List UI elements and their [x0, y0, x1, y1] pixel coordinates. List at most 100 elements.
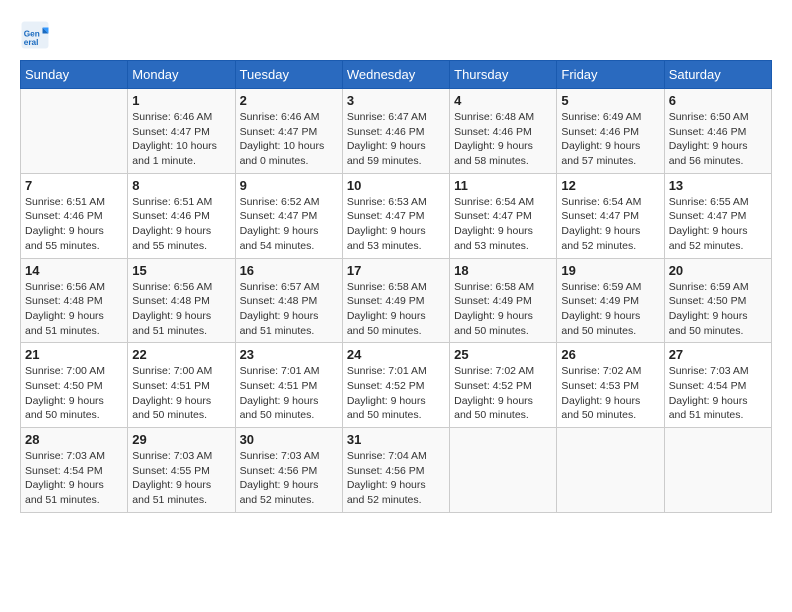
calendar-cell: 16 Sunrise: 6:57 AM Sunset: 4:48 PM Dayli…	[235, 258, 342, 343]
calendar-cell: 26 Sunrise: 7:02 AM Sunset: 4:53 PM Dayli…	[557, 343, 664, 428]
calendar-cell: 1 Sunrise: 6:46 AM Sunset: 4:47 PM Daylig…	[128, 89, 235, 174]
day-info: Sunrise: 7:02 AM Sunset: 4:52 PM Dayligh…	[454, 364, 552, 423]
calendar-cell: 9 Sunrise: 6:52 AM Sunset: 4:47 PM Daylig…	[235, 173, 342, 258]
calendar-cell: 22 Sunrise: 7:00 AM Sunset: 4:51 PM Dayli…	[128, 343, 235, 428]
calendar-cell: 21 Sunrise: 7:00 AM Sunset: 4:50 PM Dayli…	[21, 343, 128, 428]
day-number: 23	[240, 347, 338, 362]
weekday-header-saturday: Saturday	[664, 61, 771, 89]
calendar-table: SundayMondayTuesdayWednesdayThursdayFrid…	[20, 60, 772, 513]
calendar-cell: 10Sunrise: 6:53 AM Sunset: 4:47 PM Dayli…	[342, 173, 449, 258]
day-info: Sunrise: 7:03 AM Sunset: 4:54 PM Dayligh…	[25, 449, 123, 508]
day-info: Sunrise: 6:57 AM Sunset: 4:48 PM Dayligh…	[240, 280, 338, 339]
calendar-cell: 4 Sunrise: 6:48 AM Sunset: 4:46 PM Daylig…	[450, 89, 557, 174]
day-info: Sunrise: 6:51 AM Sunset: 4:46 PM Dayligh…	[132, 195, 230, 254]
calendar-cell: 27 Sunrise: 7:03 AM Sunset: 4:54 PM Dayli…	[664, 343, 771, 428]
calendar-cell: 24Sunrise: 7:01 AM Sunset: 4:52 PM Dayli…	[342, 343, 449, 428]
day-number: 3	[347, 93, 445, 108]
day-number: 13	[669, 178, 767, 193]
calendar-cell: 11 Sunrise: 6:54 AM Sunset: 4:47 PM Dayli…	[450, 173, 557, 258]
day-number: 26	[561, 347, 659, 362]
calendar-cell: 18 Sunrise: 6:58 AM Sunset: 4:49 PM Dayli…	[450, 258, 557, 343]
day-info: Sunrise: 6:46 AM Sunset: 4:47 PM Dayligh…	[240, 110, 338, 169]
day-number: 30	[240, 432, 338, 447]
day-number: 11	[454, 178, 552, 193]
calendar-cell: 2 Sunrise: 6:46 AM Sunset: 4:47 PM Daylig…	[235, 89, 342, 174]
logo: Gen eral	[20, 20, 54, 50]
day-info: Sunrise: 7:01 AM Sunset: 4:52 PM Dayligh…	[347, 364, 445, 423]
day-number: 9	[240, 178, 338, 193]
day-number: 28	[25, 432, 123, 447]
day-number: 1	[132, 93, 230, 108]
day-info: Sunrise: 6:50 AM Sunset: 4:46 PM Dayligh…	[669, 110, 767, 169]
day-number: 19	[561, 263, 659, 278]
day-info: Sunrise: 7:00 AM Sunset: 4:50 PM Dayligh…	[25, 364, 123, 423]
day-info: Sunrise: 6:59 AM Sunset: 4:50 PM Dayligh…	[669, 280, 767, 339]
calendar-cell: 14 Sunrise: 6:56 AM Sunset: 4:48 PM Dayli…	[21, 258, 128, 343]
day-number: 18	[454, 263, 552, 278]
day-number: 6	[669, 93, 767, 108]
calendar-cell: 31 Sunrise: 7:04 AM Sunset: 4:56 PM Dayli…	[342, 428, 449, 513]
day-info: Sunrise: 6:58 AM Sunset: 4:49 PM Dayligh…	[347, 280, 445, 339]
calendar-cell: 25 Sunrise: 7:02 AM Sunset: 4:52 PM Dayli…	[450, 343, 557, 428]
day-number: 2	[240, 93, 338, 108]
day-info: Sunrise: 6:46 AM Sunset: 4:47 PM Dayligh…	[132, 110, 230, 169]
week-row-1: 1 Sunrise: 6:46 AM Sunset: 4:47 PM Daylig…	[21, 89, 772, 174]
calendar-cell: 30 Sunrise: 7:03 AM Sunset: 4:56 PM Dayli…	[235, 428, 342, 513]
day-number: 14	[25, 263, 123, 278]
day-number: 25	[454, 347, 552, 362]
weekday-row: SundayMondayTuesdayWednesdayThursdayFrid…	[21, 61, 772, 89]
week-row-2: 7Sunrise: 6:51 AM Sunset: 4:46 PM Daylig…	[21, 173, 772, 258]
logo-icon: Gen eral	[20, 20, 50, 50]
calendar-cell: 13Sunrise: 6:55 AM Sunset: 4:47 PM Dayli…	[664, 173, 771, 258]
day-number: 16	[240, 263, 338, 278]
calendar-cell: 23 Sunrise: 7:01 AM Sunset: 4:51 PM Dayli…	[235, 343, 342, 428]
weekday-header-thursday: Thursday	[450, 61, 557, 89]
week-row-3: 14 Sunrise: 6:56 AM Sunset: 4:48 PM Dayli…	[21, 258, 772, 343]
day-info: Sunrise: 6:48 AM Sunset: 4:46 PM Dayligh…	[454, 110, 552, 169]
calendar-cell: 5 Sunrise: 6:49 AM Sunset: 4:46 PM Daylig…	[557, 89, 664, 174]
day-info: Sunrise: 6:54 AM Sunset: 4:47 PM Dayligh…	[561, 195, 659, 254]
day-number: 27	[669, 347, 767, 362]
day-info: Sunrise: 6:51 AM Sunset: 4:46 PM Dayligh…	[25, 195, 123, 254]
day-info: Sunrise: 6:52 AM Sunset: 4:47 PM Dayligh…	[240, 195, 338, 254]
calendar-cell: 19 Sunrise: 6:59 AM Sunset: 4:49 PM Dayli…	[557, 258, 664, 343]
day-number: 29	[132, 432, 230, 447]
weekday-header-monday: Monday	[128, 61, 235, 89]
page-header: Gen eral	[20, 20, 772, 50]
svg-text:eral: eral	[24, 38, 39, 47]
day-info: Sunrise: 6:56 AM Sunset: 4:48 PM Dayligh…	[132, 280, 230, 339]
calendar-cell	[664, 428, 771, 513]
calendar-body: 1 Sunrise: 6:46 AM Sunset: 4:47 PM Daylig…	[21, 89, 772, 513]
calendar-cell: 7Sunrise: 6:51 AM Sunset: 4:46 PM Daylig…	[21, 173, 128, 258]
calendar-cell: 3 Sunrise: 6:47 AM Sunset: 4:46 PM Daylig…	[342, 89, 449, 174]
day-info: Sunrise: 7:03 AM Sunset: 4:56 PM Dayligh…	[240, 449, 338, 508]
day-info: Sunrise: 6:54 AM Sunset: 4:47 PM Dayligh…	[454, 195, 552, 254]
day-number: 22	[132, 347, 230, 362]
day-info: Sunrise: 6:59 AM Sunset: 4:49 PM Dayligh…	[561, 280, 659, 339]
calendar-header: SundayMondayTuesdayWednesdayThursdayFrid…	[21, 61, 772, 89]
day-info: Sunrise: 6:56 AM Sunset: 4:48 PM Dayligh…	[25, 280, 123, 339]
calendar-cell: 17 Sunrise: 6:58 AM Sunset: 4:49 PM Dayli…	[342, 258, 449, 343]
calendar-cell: 6 Sunrise: 6:50 AM Sunset: 4:46 PM Daylig…	[664, 89, 771, 174]
day-info: Sunrise: 6:47 AM Sunset: 4:46 PM Dayligh…	[347, 110, 445, 169]
weekday-header-tuesday: Tuesday	[235, 61, 342, 89]
day-number: 4	[454, 93, 552, 108]
day-info: Sunrise: 6:58 AM Sunset: 4:49 PM Dayligh…	[454, 280, 552, 339]
day-info: Sunrise: 7:01 AM Sunset: 4:51 PM Dayligh…	[240, 364, 338, 423]
day-info: Sunrise: 7:03 AM Sunset: 4:54 PM Dayligh…	[669, 364, 767, 423]
calendar-cell: 20Sunrise: 6:59 AM Sunset: 4:50 PM Dayli…	[664, 258, 771, 343]
day-info: Sunrise: 7:00 AM Sunset: 4:51 PM Dayligh…	[132, 364, 230, 423]
calendar-cell	[557, 428, 664, 513]
day-number: 21	[25, 347, 123, 362]
day-info: Sunrise: 6:49 AM Sunset: 4:46 PM Dayligh…	[561, 110, 659, 169]
calendar-cell: 29 Sunrise: 7:03 AM Sunset: 4:55 PM Dayli…	[128, 428, 235, 513]
day-info: Sunrise: 7:02 AM Sunset: 4:53 PM Dayligh…	[561, 364, 659, 423]
day-number: 17	[347, 263, 445, 278]
day-info: Sunrise: 7:03 AM Sunset: 4:55 PM Dayligh…	[132, 449, 230, 508]
week-row-5: 28 Sunrise: 7:03 AM Sunset: 4:54 PM Dayli…	[21, 428, 772, 513]
weekday-header-wednesday: Wednesday	[342, 61, 449, 89]
day-number: 5	[561, 93, 659, 108]
weekday-header-sunday: Sunday	[21, 61, 128, 89]
day-info: Sunrise: 7:04 AM Sunset: 4:56 PM Dayligh…	[347, 449, 445, 508]
day-number: 31	[347, 432, 445, 447]
